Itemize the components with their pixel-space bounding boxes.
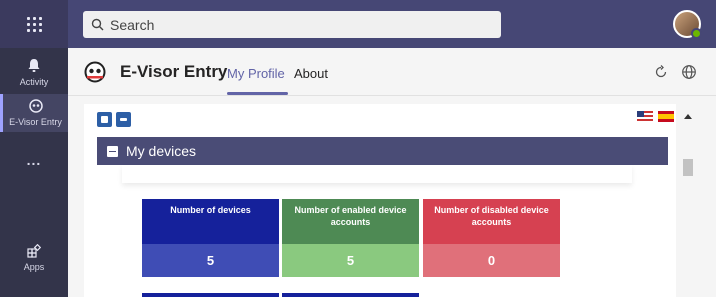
search-placeholder: Search — [110, 16, 155, 33]
scroll-up-arrow-icon[interactable] — [684, 114, 692, 119]
more-icon: ... — [26, 152, 42, 168]
presence-available-icon — [691, 28, 702, 39]
rail-item-label: E-Visor Entry — [9, 117, 62, 127]
apps-icon — [27, 243, 42, 258]
stat-card-partial — [142, 293, 279, 297]
stat-card-value: 5 — [142, 244, 279, 277]
avatar[interactable] — [673, 10, 702, 39]
stat-card-label: Number of devices — [142, 199, 279, 244]
stat-card-label: Number of disabled device accounts — [423, 199, 560, 244]
evisor-icon — [28, 99, 43, 113]
stat-card-partial — [282, 293, 419, 297]
rail-item-label: Activity — [19, 77, 49, 87]
globe-icon[interactable] — [681, 64, 697, 80]
content-panel: My devices Number of devices 5 Number of… — [84, 104, 676, 297]
rail-item-activity[interactable]: Activity — [0, 58, 68, 87]
collapse-icon[interactable] — [107, 145, 118, 157]
stat-card-value: 0 — [423, 244, 560, 277]
stat-card-label: Number of enabled device accounts — [282, 199, 419, 244]
rail-item-label: Apps — [23, 262, 45, 272]
app-launcher-button[interactable] — [0, 0, 68, 48]
tab-about[interactable]: About — [294, 66, 328, 81]
us-flag-icon[interactable] — [637, 111, 653, 122]
rail-item-evisor[interactable]: E-Visor Entry — [0, 94, 68, 132]
stat-card-disabled-accounts: Number of disabled device accounts 0 — [423, 199, 560, 277]
app-title: E-Visor Entry — [120, 62, 228, 81]
section-body — [122, 165, 632, 183]
active-tab-indicator — [227, 92, 288, 95]
spain-flag-icon[interactable] — [658, 111, 674, 122]
search-input[interactable]: Search — [83, 11, 501, 38]
waffle-icon — [26, 16, 42, 32]
scrollbar-thumb[interactable] — [683, 159, 693, 176]
rail-item-apps[interactable]: Apps — [0, 243, 68, 272]
stat-card-value: 5 — [282, 244, 419, 277]
my-devices-section-header[interactable]: My devices — [97, 137, 668, 165]
stat-card-devices: Number of devices 5 — [142, 199, 279, 277]
section-title: My devices — [126, 143, 197, 159]
tab-my-profile[interactable]: My Profile — [227, 66, 285, 81]
collapse-all-button[interactable] — [116, 112, 131, 127]
more-apps-button[interactable]: ... — [0, 152, 68, 168]
left-rail: Activity E-Visor Entry ... Apps — [0, 48, 68, 297]
app-header: E-Visor Entry My Profile About — [68, 48, 716, 96]
expand-all-button[interactable] — [97, 112, 112, 127]
stat-card-enabled-accounts: Number of enabled device accounts 5 — [282, 199, 419, 277]
refresh-icon[interactable] — [653, 64, 669, 80]
search-icon — [91, 18, 104, 31]
bell-icon — [28, 59, 40, 72]
evisor-logo-icon — [84, 61, 106, 83]
